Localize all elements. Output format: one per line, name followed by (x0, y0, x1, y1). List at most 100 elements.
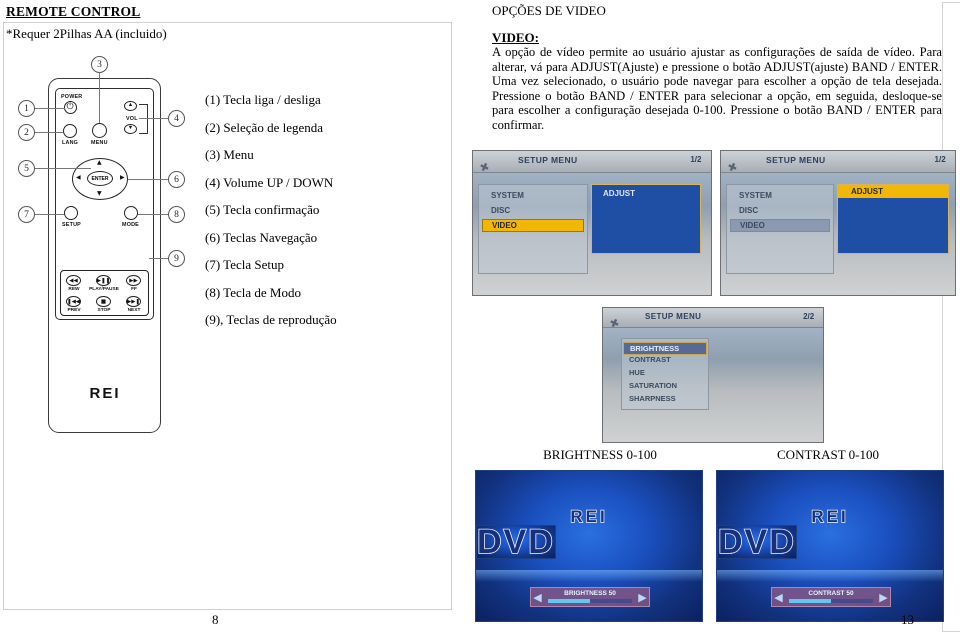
menu-item-video-1[interactable]: VIDEO (482, 219, 584, 232)
previous-button[interactable]: ❚◀◀ (66, 296, 81, 307)
brightness-slider[interactable]: ◀ BRIGHTNESS 50 ▶ (530, 587, 650, 607)
fast-forward-icon: ▶▶ (129, 277, 138, 284)
battery-note: *Requer 2Pilhas AA (incluido) (6, 26, 167, 41)
menu-item-video-2[interactable]: VIDEO (730, 219, 830, 232)
volume-down-button[interactable]: ▼ (124, 124, 137, 134)
enter-button[interactable]: ENTER (87, 171, 113, 186)
power-button-label: POWER (61, 94, 83, 100)
slider-left-arrow-icon-2[interactable]: ◀ (772, 588, 785, 606)
next-label: NEXT (127, 308, 141, 313)
legend-item-8: (8) Tecla de Modo (205, 284, 301, 300)
leader-3 (99, 73, 100, 123)
volume-up-button[interactable]: ▲ (124, 101, 137, 111)
video-paragraph: A opção de vídeo permite ao usuário ajus… (492, 45, 942, 132)
screen-page-indicator-1: 1/2 (690, 155, 702, 164)
play-pause-icon: ▶❚❚ (96, 277, 111, 284)
menu-item-hue[interactable]: HUE (629, 368, 645, 377)
menu-item-system-1[interactable]: SYSTEM (491, 191, 524, 200)
right-column: OPÇÕES DE VIDEO VIDEO: A opção de vídeo … (470, 0, 960, 634)
remote-legend: (1) Tecla liga / desliga (2) Seleção de … (205, 92, 415, 340)
dvd-splash-contrast: REI DVD ◀ CONTRAST 50 ▶ (716, 470, 944, 622)
slider-right-arrow-icon-1[interactable]: ▶ (636, 588, 649, 606)
nav-down-icon: ▼ (97, 190, 102, 197)
leader-4 (139, 118, 168, 119)
screen-topbar-2 (721, 151, 955, 173)
screen-topbar-1 (473, 151, 711, 173)
contrast-slider-track[interactable] (789, 599, 873, 603)
legend-item-2: (2) Seleção de legenda (205, 119, 324, 135)
legend-item-3: (3) Menu (205, 147, 254, 162)
callout-1: 1 (18, 100, 35, 117)
menu-item-sharpness[interactable]: SHARPNESS (629, 394, 676, 403)
menu-item-brightness[interactable]: BRIGHTNESS (623, 342, 707, 355)
setup-menu-screen-2: ✖ SETUP MENU 1/2 SYSTEM DISC VIDEO ADJUS… (720, 150, 956, 296)
left-page-number: 8 (212, 612, 219, 627)
left-column: REMOTE CONTROL *Requer 2Pilhas AA (inclu… (0, 0, 455, 634)
brightness-slider-fill (548, 599, 590, 603)
setup-menu-screen-3: ✖ SETUP MENU 2/2 BRIGHTNESS CONTRAST HUE… (602, 307, 824, 443)
enter-button-label: ENTER (91, 175, 109, 182)
callout-9: 9 (168, 250, 185, 267)
remote-brand-logo: REI (89, 385, 121, 402)
menu-item-disc-2[interactable]: DISC (739, 206, 758, 215)
stop-button[interactable]: ■ (96, 296, 111, 307)
contrast-slider-label: CONTRAST 50 (808, 590, 854, 597)
dvd-splash-brightness: REI DVD ◀ BRIGHTNESS 50 ▶ (475, 470, 703, 622)
nav-right-icon: ▶ (120, 174, 125, 181)
previous-icon: ❚◀◀ (66, 298, 81, 305)
next-button[interactable]: ▶▶❚ (126, 296, 141, 307)
lang-button[interactable] (63, 124, 77, 138)
rewind-button[interactable]: ◀◀ (66, 275, 81, 286)
power-icon: ⏻ (66, 101, 74, 112)
legend-item-6: (6) Teclas Navegação (205, 229, 318, 245)
video-label-text: VIDEO (492, 30, 535, 45)
menu-item-system-2[interactable]: SYSTEM (739, 191, 772, 200)
play-pause-button[interactable]: ▶❚❚ (96, 275, 111, 286)
adjust-label-2[interactable]: ADJUST (838, 185, 948, 198)
dvd-logo-dvd-1: DVD (476, 525, 556, 560)
contrast-slider[interactable]: ◀ CONTRAST 50 ▶ (771, 587, 891, 607)
video-section-label: VIDEO: (492, 30, 539, 46)
right-page-number: 13 (901, 612, 914, 627)
legend-item-1: (1) Tecla liga / desliga (205, 92, 321, 107)
dvd-horizon-1 (476, 570, 702, 582)
fast-forward-button[interactable]: ▶▶ (126, 275, 141, 286)
menu-button-label: MENU (91, 140, 108, 146)
screen-title-1: SETUP MENU (518, 155, 578, 165)
leader-7 (35, 214, 64, 215)
slider-left-arrow-icon-1[interactable]: ◀ (531, 588, 544, 606)
menu-button[interactable] (92, 123, 107, 138)
brightness-slider-track[interactable] (548, 599, 632, 603)
mode-button[interactable] (124, 206, 138, 220)
right-page-frame (942, 2, 960, 632)
triangle-up-icon: ▲ (127, 102, 134, 109)
callout-8: 8 (168, 206, 185, 223)
dvd-logo-dvd-2: DVD (717, 525, 797, 560)
slider-right-arrow-icon-2[interactable]: ▶ (877, 588, 890, 606)
nav-left-icon: ◀ (76, 174, 81, 181)
volume-label: VOL (126, 116, 138, 122)
dvd-logo-rei-1: REI (570, 507, 608, 526)
video-options-title: OPÇÕES DE VIDEO (492, 3, 606, 18)
callout-3: 3 (91, 56, 108, 73)
menu-item-disc-1[interactable]: DISC (491, 206, 510, 215)
rewind-icon: ◀◀ (69, 277, 78, 284)
setup-menu-screen-1: ✖ SETUP MENU 1/2 SYSTEM DISC VIDEO ADJUS… (472, 150, 712, 296)
screen-topbar-3 (603, 308, 823, 329)
screen-page-indicator-3: 2/2 (803, 312, 815, 321)
slider-core-2: CONTRAST 50 (785, 588, 877, 606)
dvd-logo-rei-2: REI (811, 507, 849, 526)
page-title: REMOTE CONTROL (6, 4, 141, 19)
adjust-label-1[interactable]: ADJUST (603, 189, 635, 198)
leader-5 (35, 168, 91, 169)
brightness-slider-label: BRIGHTNESS 50 (564, 590, 616, 597)
menu-item-saturation[interactable]: SATURATION (629, 381, 677, 390)
setup-button[interactable] (64, 206, 78, 220)
stop-icon: ■ (100, 298, 107, 305)
previous-label: PREV (67, 308, 81, 313)
menu-item-contrast[interactable]: CONTRAST (629, 355, 671, 364)
leader-8 (138, 214, 168, 215)
fast-forward-label: FF (131, 287, 137, 292)
legend-item-7: (7) Tecla Setup (205, 257, 284, 272)
screen-title-2: SETUP MENU (766, 155, 826, 165)
